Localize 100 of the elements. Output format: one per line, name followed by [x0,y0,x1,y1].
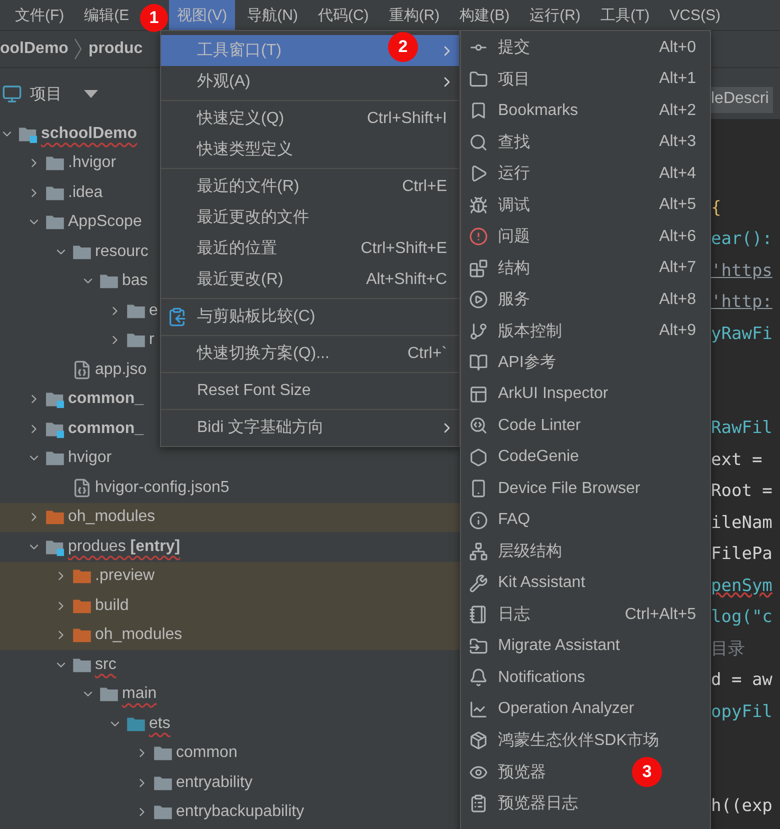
info-icon [469,510,488,530]
tree-item-label[interactable]: ets [149,714,170,733]
menu-bar-item[interactable]: 编辑(E [76,0,138,30]
panel-title[interactable]: 项目 [30,84,62,104]
folder-icon [469,70,488,89]
code-text: yRawFi [711,324,772,344]
folder-icon [72,656,92,673]
folder-icon [126,332,146,348]
play-icon [469,164,488,184]
menu-bar-item[interactable]: 运行(R) [522,0,588,30]
play-circle-icon [469,290,488,310]
blocks-icon [469,258,488,278]
tree-item-label[interactable]: hvigor-config.json5 [95,478,230,497]
menu-item[interactable]: 查找 Alt+3 [461,126,710,158]
menu-item[interactable]: 鸿蒙生态伙伴SDK市场 [461,725,673,756]
menu-item[interactable]: 结构 Alt+7 [461,252,710,284]
tree-item-label[interactable]: bas [122,272,148,290]
tree-item-label[interactable]: resourc [95,242,148,261]
folder-icon [45,155,65,172]
code-text: 'https [711,260,772,281]
tree-item-label[interactable]: common_ [68,390,144,408]
menu-item[interactable]: 快速切换方案(Q)... Ctrl+` [161,338,459,369]
code-text: RawFil [711,418,772,438]
book-icon [469,353,488,372]
menu-item[interactable]: Bookmarks Alt+2 [461,95,710,126]
tree-item-label[interactable]: .idea [68,184,103,202]
folder-icon [45,184,65,201]
folder-icon [153,774,173,791]
tree-item-label[interactable]: oh_modules [95,626,182,644]
menu-bar-item[interactable]: 代码(C) [310,0,377,30]
menu-item[interactable]: Bidi 文字基础方向 [161,412,459,443]
tree-item-label[interactable]: e [149,302,158,320]
wrench-icon [469,574,488,593]
tree-item-label[interactable]: build [95,596,129,615]
editor-tab[interactable]: leDescri [711,87,773,113]
tree-item-label[interactable]: AppScope [68,213,142,232]
menu-item[interactable]: Device File Browser [461,473,654,504]
breadcrumb-item[interactable]: oolDemo [0,40,68,58]
menu-item[interactable]: 项目 Alt+1 [461,64,710,95]
menu-item[interactable]: 最近更改的文件 [161,202,459,233]
menu-item[interactable]: 最近更改(R) Alt+Shift+C [161,264,459,295]
menu-item[interactable]: 快速定义(Q) Ctrl+Shift+I [161,103,459,134]
tree-item-label[interactable]: schoolDemo [41,124,138,143]
menu-item[interactable]: 外观(A) [161,66,459,97]
tree-item-label[interactable]: entryability [176,774,252,792]
menu-item[interactable]: 问题 Alt+6 [461,221,710,252]
hexagon-icon [469,448,488,467]
menu-item[interactable]: CodeGenie [461,442,593,473]
menu-item[interactable]: 快速类型定义 [161,134,459,165]
tree-item-label[interactable]: hvigor [68,449,112,468]
menu-bar-item[interactable]: VCS(S) [662,0,728,30]
menu-item[interactable]: 运行 Alt+4 [461,158,710,190]
menu-item[interactable]: 预览器 [461,756,560,788]
folder-input-icon [469,636,488,656]
phone-icon [469,479,488,498]
menu-item[interactable]: API参考 [461,347,570,378]
tree-item-label[interactable]: .preview [95,567,155,586]
breadcrumb-item[interactable]: produc [88,40,143,58]
tree-item-label[interactable]: common [176,744,238,762]
menu-item[interactable]: 最近的位置 Ctrl+Shift+E [161,233,459,264]
notebook-icon [469,605,488,624]
json-file-icon [72,360,92,380]
tree-item-label[interactable]: main [122,685,157,704]
menu-item[interactable]: 最近的文件(R) Ctrl+E [161,171,459,202]
menu-item[interactable]: 服务 Alt+8 [461,284,710,316]
tree-item-label[interactable]: common_ [68,420,144,438]
code-text: d = aw [711,670,772,690]
search-icon [469,132,488,152]
menu-item[interactable]: 调试 Alt+5 [461,190,710,221]
menu-bar-item[interactable]: 导航(N) [239,0,306,30]
branch-icon [469,322,488,341]
dropdown-caret-icon[interactable] [84,90,98,98]
menu-item[interactable]: Operation Analyzer [461,694,648,725]
code-text: ear(): [711,229,772,250]
module-folder-icon [45,538,65,556]
menu-item[interactable]: 与剪贴板比较(C) [161,301,459,332]
tree-item-label[interactable]: r [149,331,154,350]
folder-icon [126,716,146,732]
menu-bar-item[interactable]: 重构(R) [380,0,448,30]
tree-item-label[interactable]: produes [entry] [68,538,180,556]
menu-item[interactable]: 提交 Alt+0 [461,32,710,64]
tree-item-label[interactable]: .hvigor [68,154,116,172]
tree-item-label[interactable]: entrybackupability [176,803,304,822]
folder-icon [99,686,119,702]
code-text: FilePa [711,544,772,564]
menu-item[interactable]: 预览器日志 [461,788,592,820]
tree-item-label[interactable]: app.jso [95,360,147,379]
tree-item-label[interactable]: src [95,656,116,674]
menu-bar-item[interactable]: 文件(F) [7,0,72,30]
folder-icon [72,244,92,260]
menu-item[interactable]: ArkUI Inspector [461,378,622,410]
menu-item[interactable]: Reset Font Size [161,375,459,406]
menu-bar-item[interactable]: 工具(T) [592,0,658,30]
menu-item[interactable]: Notifications [461,662,600,694]
menu-item[interactable]: 版本控制 Alt+9 [461,316,710,347]
menu-item[interactable]: Code Linter [461,410,595,442]
menu-bar-item[interactable]: 构建(B) [452,0,518,30]
compare-clipboard-icon [167,306,187,326]
tree-item-label[interactable]: oh_modules [68,508,156,526]
project-view-icon [2,84,22,104]
